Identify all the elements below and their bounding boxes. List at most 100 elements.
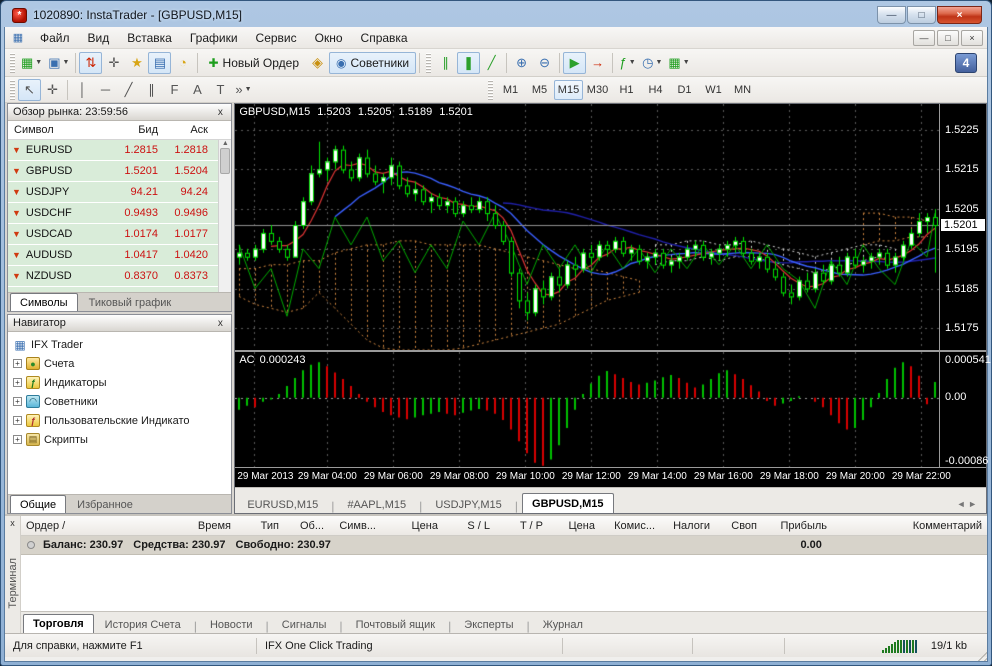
line-chart-button[interactable]: ╱ xyxy=(480,52,503,74)
menu-item-4[interactable]: Сервис xyxy=(247,29,306,47)
terminal-column-0[interactable]: Ордер / xyxy=(21,520,141,532)
main-chart-pane[interactable]: GBPUSD,M15 1.5203 1.5205 1.5189 1.5201 1.522… xyxy=(235,104,986,350)
timeframe-button-h4[interactable]: H4 xyxy=(641,80,670,100)
toolbar-grip[interactable] xyxy=(488,79,493,100)
market-watch-row[interactable]: ▼ USDCAD 1.0174 1.0177 xyxy=(8,224,232,245)
data-window-button[interactable]: ✛ xyxy=(102,52,125,74)
navigator-toggle[interactable]: ★ xyxy=(125,52,148,74)
chart-tab-2[interactable]: USDJPY,M15 xyxy=(426,497,510,513)
menu-item-0[interactable]: Файл xyxy=(31,29,79,47)
market-watch-tab-1[interactable]: Тиковый график xyxy=(80,295,181,311)
market-watch-tab-0[interactable]: Символы xyxy=(10,293,78,311)
close-button[interactable]: × xyxy=(937,6,982,24)
terminal-tab-2[interactable]: Новости xyxy=(201,617,262,633)
navigator-item-2[interactable]: + ◠ Советники xyxy=(10,392,229,411)
templates-button[interactable]: ▦ ▼ xyxy=(665,52,692,74)
advisors-button[interactable]: ◉ Советники xyxy=(329,51,417,74)
crosshair-tool-button[interactable]: ✛ xyxy=(41,79,64,101)
zoom-out-button[interactable]: ⊖ xyxy=(533,52,556,74)
terminal-tab-4[interactable]: Почтовый ящик xyxy=(347,617,444,633)
terminal-column-5[interactable]: Цена xyxy=(381,520,443,532)
expand-icon[interactable]: + xyxy=(13,397,22,406)
market-watch-column-header[interactable]: Аск xyxy=(164,124,214,136)
mdi-close-button[interactable]: × xyxy=(961,29,983,46)
expand-icon[interactable]: + xyxy=(13,359,22,368)
chart-tab-3[interactable]: GBPUSD,M15 xyxy=(522,493,614,513)
timeframe-button-h1[interactable]: H1 xyxy=(612,80,641,100)
navigator-tab-1[interactable]: Избранное xyxy=(68,497,142,513)
price-axis[interactable]: 1.5225 1.5215 1.5205 1.5195 1.5185 1.5175 1.52… xyxy=(939,104,986,350)
terminal-tab-1[interactable]: История Счета xyxy=(96,617,190,633)
mdi-restore-button[interactable]: □ xyxy=(937,29,959,46)
market-watch-row[interactable]: ▼ USDCHF 0.9493 0.9496 xyxy=(8,203,232,224)
terminal-column-2[interactable]: Тип xyxy=(236,520,284,532)
navigator-tab-0[interactable]: Общие xyxy=(10,495,67,513)
market-watch-row[interactable]: ▼ EURUSD 1.2815 1.2818 xyxy=(8,140,232,161)
bar-chart-button[interactable]: ∥ xyxy=(434,52,457,74)
horizontal-line-button[interactable]: ─ xyxy=(94,79,117,101)
profiles-button[interactable]: ▣ ▼ xyxy=(45,52,72,74)
ac-indicator-canvas[interactable] xyxy=(235,352,943,469)
channel-button[interactable]: ∥ xyxy=(140,79,163,101)
expand-icon[interactable]: + xyxy=(13,378,22,387)
terminal-toggle[interactable]: ▤ xyxy=(148,51,172,74)
menu-item-6[interactable]: Справка xyxy=(352,29,417,47)
timeframe-button-m30[interactable]: M30 xyxy=(583,80,612,100)
new-order-button[interactable]: ✚ Новый Ордер xyxy=(201,52,306,74)
trendline-button[interactable]: ╱ xyxy=(117,79,140,101)
market-watch-scrollbar[interactable]: ▲ xyxy=(218,140,232,292)
market-watch-row[interactable]: ▼ AUDUSD 1.0417 1.0420 xyxy=(8,245,232,266)
toolbar-grip[interactable] xyxy=(10,79,15,100)
toolbar-grip[interactable] xyxy=(426,52,432,73)
market-watch-row[interactable]: ▼EURJPY120.75120.78 xyxy=(8,287,232,292)
periods-button[interactable]: ◷ ▼ xyxy=(639,52,665,74)
terminal-tab-6[interactable]: Журнал xyxy=(534,617,592,633)
autoscroll-button[interactable]: ▶ xyxy=(563,51,587,74)
terminal-tab-3[interactable]: Сигналы xyxy=(273,617,336,633)
timeframe-button-w1[interactable]: W1 xyxy=(699,80,728,100)
mdi-minimize-button[interactable]: — xyxy=(913,29,935,46)
arrows-tool-button[interactable]: » ▼ xyxy=(232,79,255,101)
market-watch-toggle[interactable]: ⇅ xyxy=(79,51,103,74)
ac-axis[interactable]: 0.000541 0.00 -0.00086 xyxy=(939,352,991,467)
timeframe-button-m5[interactable]: M5 xyxy=(525,80,554,100)
notifications-badge[interactable]: 4 xyxy=(955,52,977,73)
menu-item-2[interactable]: Вставка xyxy=(118,29,181,47)
terminal-column-8[interactable]: Цена xyxy=(548,520,600,532)
terminal-column-13[interactable]: Комментарий xyxy=(832,520,987,532)
terminal-column-11[interactable]: Своп xyxy=(715,520,762,532)
timeframe-button-m15[interactable]: M15 xyxy=(554,79,583,100)
vertical-line-button[interactable]: │ xyxy=(71,79,94,101)
menu-item-3[interactable]: Графики xyxy=(181,29,247,47)
navigator-root-item[interactable]: ▦ IFX Trader xyxy=(10,335,229,354)
strategy-tester-button[interactable]: ◔ xyxy=(171,52,194,74)
terminal-close-icon[interactable]: x xyxy=(6,517,19,530)
navigator-item-1[interactable]: + ƒ Индикаторы xyxy=(10,373,229,392)
terminal-column-9[interactable]: Комис... xyxy=(600,520,660,532)
title-bar[interactable]: * 1020890: InstaTrader - [GBPUSD,M15] — … xyxy=(4,1,988,27)
fibonacci-button[interactable]: F xyxy=(163,79,186,101)
time-axis[interactable]: 29 Mar 2013 29 Mar 04:00 29 Mar 06:00 29 Ma… xyxy=(235,467,986,487)
market-watch-column-header[interactable]: Символ xyxy=(8,124,108,136)
terminal-column-4[interactable]: Симв... xyxy=(329,520,381,532)
indicators-button[interactable]: ƒ ▼ xyxy=(616,52,639,74)
navigator-item-3[interactable]: + ƒ Пользовательские Индикато xyxy=(10,411,229,430)
new-chart-button[interactable]: ▦ ▼ xyxy=(18,52,45,74)
timeframe-button-d1[interactable]: D1 xyxy=(670,80,699,100)
expand-icon[interactable]: + xyxy=(13,435,22,444)
label-tool-button[interactable]: T xyxy=(209,79,232,101)
navigator-item-0[interactable]: + ● Счета xyxy=(10,354,229,373)
close-icon[interactable]: x xyxy=(214,318,226,329)
terminal-column-1[interactable]: Время xyxy=(141,520,236,532)
market-watch-column-header[interactable]: Бид xyxy=(108,124,164,136)
ac-indicator-pane[interactable]: AC 0.000243 0.000541 0.00 -0.00086 xyxy=(235,350,991,469)
market-watch-row[interactable]: ▼ NZDUSD 0.8370 0.8373 xyxy=(8,266,232,287)
restore-button[interactable]: □ xyxy=(907,6,936,24)
navigator-item-4[interactable]: + ▤ Скрипты xyxy=(10,430,229,449)
timeframe-button-mn[interactable]: MN xyxy=(728,80,757,100)
terminal-column-10[interactable]: Налоги xyxy=(660,520,715,532)
terminal-column-3[interactable]: Об... xyxy=(284,520,329,532)
menu-item-5[interactable]: Окно xyxy=(306,29,352,47)
market-watch-row[interactable]: ▼ USDJPY 94.21 94.24 xyxy=(8,182,232,203)
terminal-column-12[interactable]: Прибыль xyxy=(762,520,832,532)
